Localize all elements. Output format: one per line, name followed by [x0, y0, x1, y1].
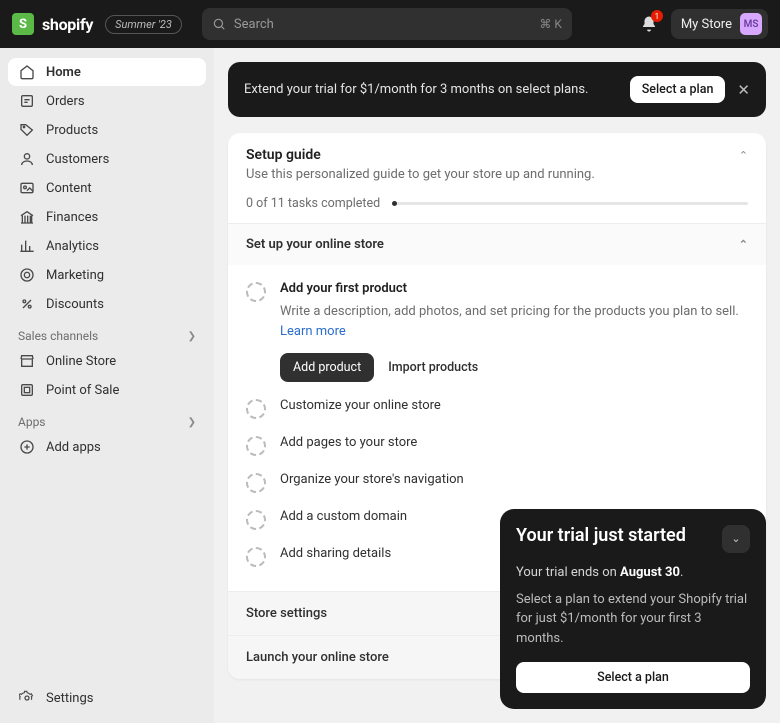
task-add-product[interactable]: Add your first product Write a descripti…	[246, 273, 748, 390]
notif-count: 1	[651, 10, 663, 22]
trial-popover: Your trial just started ⌄ Your trial end…	[500, 509, 766, 710]
gear-icon	[18, 689, 36, 707]
store-name: My Store	[681, 17, 732, 32]
search-input[interactable]: Search ⌘ K	[202, 8, 572, 40]
orders-icon	[18, 92, 36, 110]
brand-logo[interactable]: S shopify	[12, 13, 93, 35]
section-setup-store[interactable]: Set up your online store ⌃	[228, 223, 766, 265]
discounts-icon	[18, 295, 36, 313]
sidebar-item-marketing[interactable]: Marketing	[8, 261, 206, 289]
sidebar-item-pos[interactable]: Point of Sale	[8, 376, 206, 404]
home-icon	[18, 63, 36, 81]
pos-icon	[18, 381, 36, 399]
edition-badge: Summer '23	[105, 15, 182, 34]
topbar: S shopify Summer '23 Search ⌘ K 1 My Sto…	[0, 0, 780, 48]
progress-bar	[392, 202, 748, 205]
customers-icon	[18, 150, 36, 168]
task-circle-icon	[246, 436, 266, 456]
notifications-button[interactable]: 1	[637, 12, 661, 36]
task-circle-icon	[246, 473, 266, 493]
popover-title: Your trial just started	[516, 525, 686, 546]
collapse-guide-button[interactable]: ⌃	[739, 149, 748, 162]
popover-trial-end: Your trial ends on August 30.	[516, 565, 750, 580]
task-circle-icon	[246, 547, 266, 567]
marketing-icon	[18, 266, 36, 284]
analytics-icon	[18, 237, 36, 255]
sidebar-item-settings[interactable]: Settings	[8, 684, 206, 712]
sidebar-item-discounts[interactable]: Discounts	[8, 290, 206, 318]
task-circle-icon	[246, 399, 266, 419]
import-products-button[interactable]: Import products	[388, 360, 478, 375]
sidebar-item-content[interactable]: Content	[8, 174, 206, 202]
task-add-pages[interactable]: Add pages to your store	[246, 427, 748, 464]
shopify-icon: S	[12, 13, 34, 35]
sidebar-item-customers[interactable]: Customers	[8, 145, 206, 173]
learn-more-link[interactable]: Learn more	[280, 324, 346, 339]
popover-desc: Select a plan to extend your Shopify tri…	[516, 590, 750, 649]
sidebar-item-orders[interactable]: Orders	[8, 87, 206, 115]
sidebar-item-home[interactable]: Home	[8, 58, 206, 86]
online-store-icon	[18, 352, 36, 370]
chevron-up-icon: ⌃	[739, 238, 748, 251]
chevron-right-icon: ❯	[188, 331, 196, 342]
avatar: MS	[740, 13, 762, 35]
apps-header[interactable]: Apps❯	[8, 405, 206, 433]
task-desc: Write a description, add photos, and set…	[280, 302, 748, 341]
progress-text: 0 of 11 tasks completed	[246, 196, 380, 211]
content-icon	[18, 179, 36, 197]
brand-text: shopify	[42, 15, 93, 34]
banner-select-plan-button[interactable]: Select a plan	[630, 76, 726, 103]
task-circle-icon	[246, 510, 266, 530]
task-customize-store[interactable]: Customize your online store	[246, 390, 748, 427]
task-circle-icon	[246, 282, 266, 302]
finances-icon	[18, 208, 36, 226]
sales-channels-header[interactable]: Sales channels❯	[8, 319, 206, 347]
sidebar-item-products[interactable]: Products	[8, 116, 206, 144]
add-product-button[interactable]: Add product	[280, 353, 374, 382]
sidebar-item-online-store[interactable]: Online Store	[8, 347, 206, 375]
sidebar-item-add-apps[interactable]: Add apps	[8, 433, 206, 461]
trial-banner: Extend your trial for $1/month for 3 mon…	[228, 62, 766, 117]
search-kbd: ⌘ K	[539, 17, 562, 31]
sidebar-item-analytics[interactable]: Analytics	[8, 232, 206, 260]
sidebar-item-finances[interactable]: Finances	[8, 203, 206, 231]
products-icon	[18, 121, 36, 139]
setup-guide-subtitle: Use this personalized guide to get your …	[246, 167, 748, 182]
sidebar: Home Orders Products Customers Content F…	[0, 48, 214, 723]
setup-guide-title: Setup guide	[246, 147, 321, 163]
popover-collapse-button[interactable]: ⌄	[722, 525, 750, 553]
search-placeholder: Search	[234, 17, 274, 32]
plus-circle-icon	[18, 438, 36, 456]
task-organize-nav[interactable]: Organize your store's navigation	[246, 464, 748, 501]
store-switcher[interactable]: My Store MS	[671, 9, 768, 39]
task-title: Add your first product	[280, 281, 748, 296]
popover-select-plan-button[interactable]: Select a plan	[516, 662, 750, 693]
banner-text: Extend your trial for $1/month for 3 mon…	[244, 82, 588, 97]
chevron-right-icon: ❯	[188, 417, 196, 428]
search-icon	[212, 17, 226, 31]
banner-close-button[interactable]: ✕	[737, 81, 750, 99]
